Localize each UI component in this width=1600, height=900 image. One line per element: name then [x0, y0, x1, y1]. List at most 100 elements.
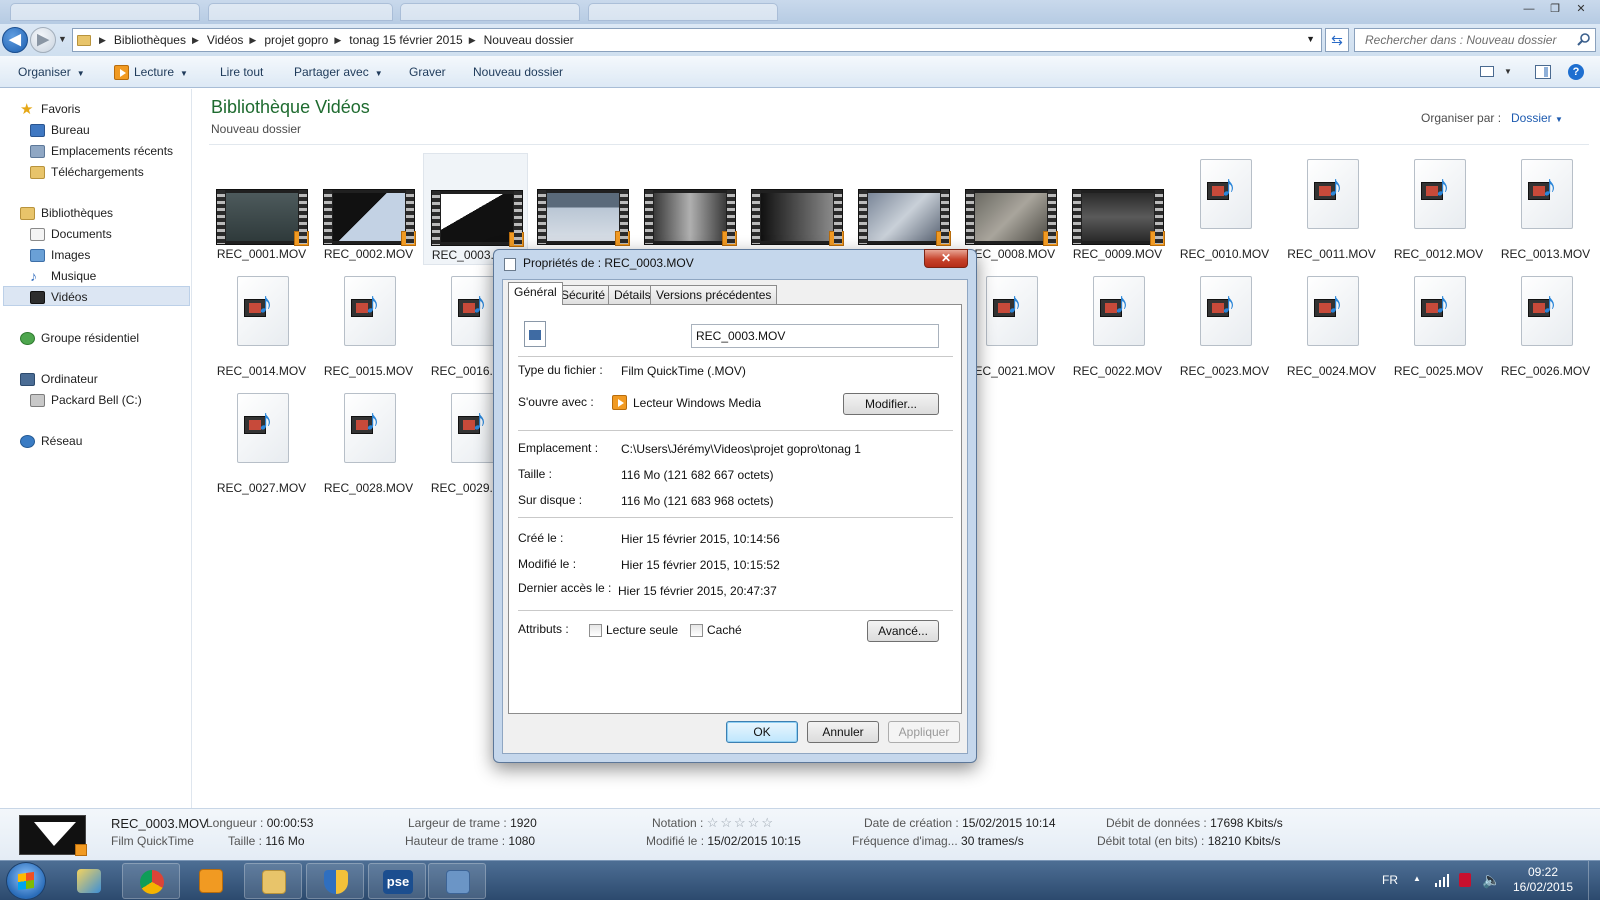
clock[interactable]: 09:22 16/02/2015 — [1507, 865, 1579, 895]
divider — [209, 144, 1589, 145]
file-item[interactable]: ♪ REC_0013.MOV — [1493, 153, 1598, 265]
file-item[interactable]: ♪ REC_0027.MOV — [209, 387, 314, 499]
file-item[interactable]: ♪ REC_0025.MOV — [1386, 270, 1491, 382]
taskbar-app-security[interactable] — [306, 863, 364, 899]
chevron-right-icon[interactable]: ▶ — [469, 35, 476, 46]
file-item[interactable]: REC_0001.MOV — [209, 153, 314, 265]
show-desktop-button[interactable] — [1588, 861, 1600, 900]
file-item[interactable]: REC_0002.MOV — [316, 153, 421, 265]
advanced-button[interactable]: Avancé... — [867, 620, 939, 642]
volume-icon[interactable]: 🔈 — [1482, 871, 1501, 889]
sidebar-item-downloads[interactable]: Téléchargements — [30, 162, 144, 182]
background-tab[interactable] — [208, 3, 393, 21]
breadcrumb-project[interactable]: projet gopro — [264, 33, 328, 47]
search-input[interactable]: Rechercher dans : Nouveau dossier — [1354, 28, 1596, 52]
organize-menu[interactable]: Organiser ▼ — [18, 56, 85, 88]
sidebar-item-documents[interactable]: Documents — [30, 224, 112, 244]
sidebar-item-music[interactable]: ♪ Musique — [30, 266, 96, 286]
start-button[interactable] — [6, 862, 46, 900]
modified-label: Modifié le : — [518, 557, 577, 571]
refresh-button[interactable]: ⇆ — [1325, 28, 1349, 52]
music-note-icon: ♪ — [1328, 287, 1343, 320]
share-menu[interactable]: Partager avec ▼ — [294, 56, 383, 88]
recent-pages-dropdown[interactable]: ▼ — [58, 34, 67, 44]
help-icon[interactable]: ? — [1568, 64, 1584, 80]
file-item[interactable]: ♪ REC_0010.MOV — [1172, 153, 1277, 265]
taskbar-app-chrome[interactable] — [122, 863, 180, 899]
background-tab[interactable] — [400, 3, 580, 21]
file-item[interactable]: ♪ REC_0028.MOV — [316, 387, 421, 499]
preview-pane-icon[interactable] — [1535, 65, 1551, 79]
breadcrumb-date-folder[interactable]: tonag 15 février 2015 — [349, 33, 462, 47]
maximize-button[interactable]: ❐ — [1542, 0, 1568, 18]
sidebar-item-drive-c[interactable]: Packard Bell (C:) — [30, 390, 142, 410]
back-button[interactable]: ◀ — [2, 27, 28, 53]
sidebar-item-videos[interactable]: Vidéos — [3, 286, 190, 306]
taskbar-app-pse[interactable]: pse — [368, 863, 426, 899]
wifi-signal-icon[interactable] — [1434, 873, 1450, 887]
sidebar-item-favorites[interactable]: ★ Favoris — [20, 99, 80, 119]
chevron-right-icon[interactable]: ▶ — [334, 35, 341, 46]
file-item[interactable]: ♪ REC_0012.MOV — [1386, 153, 1491, 265]
security-icon — [324, 870, 348, 894]
video-file-icon: ♪ — [1307, 159, 1359, 229]
sidebar-item-libraries[interactable]: Bibliothèques — [20, 203, 113, 223]
file-item[interactable]: REC_0009.MOV — [1065, 153, 1170, 265]
readonly-checkbox[interactable] — [589, 624, 602, 637]
change-button[interactable]: Modifier... — [843, 393, 939, 415]
tab-security[interactable]: Sécurité — [555, 285, 612, 305]
rating-stars[interactable]: ☆☆☆☆☆ — [707, 815, 775, 830]
apply-button[interactable]: Appliquer — [888, 721, 960, 743]
sidebar-item-recent-places[interactable]: Emplacements récents — [30, 141, 173, 161]
hidden-checkbox[interactable] — [690, 624, 703, 637]
sidebar-item-homegroup[interactable]: Groupe résidentiel — [20, 328, 139, 348]
chevron-down-icon[interactable]: ▼ — [1504, 67, 1512, 76]
background-tab[interactable] — [588, 3, 778, 21]
sidebar-item-network[interactable]: Réseau — [20, 431, 82, 451]
play-menu[interactable]: Lecture ▼ — [114, 56, 188, 88]
new-folder-button[interactable]: Nouveau dossier — [473, 56, 563, 88]
file-item[interactable]: ♪ REC_0014.MOV — [209, 270, 314, 382]
taskbar-app-control-panel[interactable] — [428, 863, 486, 899]
burn-button[interactable]: Graver — [409, 56, 446, 88]
show-hidden-icons-icon[interactable]: ▲ — [1413, 874, 1421, 883]
view-options-icon[interactable] — [1480, 66, 1494, 77]
arrange-by-dropdown[interactable]: Dossier ▼ — [1511, 111, 1563, 125]
sidebar-item-images[interactable]: Images — [30, 245, 90, 265]
sidebar-item-desktop[interactable]: Bureau — [30, 120, 90, 140]
chevron-right-icon[interactable]: ▶ — [192, 35, 199, 46]
filename-input[interactable]: REC_0003.MOV — [691, 324, 939, 348]
file-item[interactable]: ♪ REC_0023.MOV — [1172, 270, 1277, 382]
sidebar-item-computer[interactable]: Ordinateur — [20, 369, 98, 389]
action-center-flag-icon[interactable] — [1459, 873, 1471, 887]
file-item[interactable]: ♪ REC_0015.MOV — [316, 270, 421, 382]
address-history-dropdown[interactable]: ▼ — [1306, 34, 1315, 44]
chevron-right-icon[interactable]: ▶ — [249, 35, 256, 46]
background-tab[interactable] — [10, 3, 200, 21]
taskbar-app-media-player[interactable] — [182, 863, 240, 899]
tab-general[interactable]: Général — [508, 282, 563, 305]
file-item[interactable]: ♪ REC_0022.MOV — [1065, 270, 1170, 382]
play-all-button[interactable]: Lire tout — [220, 56, 263, 88]
language-indicator[interactable]: FR — [1382, 873, 1398, 887]
file-item[interactable]: REC_0008.MOV — [958, 153, 1063, 265]
cancel-button[interactable]: Annuler — [807, 721, 879, 743]
file-item[interactable]: ♪ REC_0011.MOV — [1279, 153, 1384, 265]
file-item[interactable]: ♪ REC_0026.MOV — [1493, 270, 1598, 382]
breadcrumb-videos[interactable]: Vidéos — [207, 33, 243, 47]
dialog-close-button[interactable]: ✕ — [924, 249, 968, 268]
address-bar[interactable]: ▶ Bibliothèques ▶ Vidéos ▶ projet gopro … — [72, 28, 1322, 52]
file-item[interactable]: ♪ REC_0024.MOV — [1279, 270, 1384, 382]
clock-time: 09:22 — [1527, 865, 1559, 879]
forward-button[interactable]: ▶ — [30, 27, 56, 53]
ok-button[interactable]: OK — [726, 721, 798, 743]
close-window-button[interactable]: ✕ — [1568, 0, 1594, 18]
chevron-right-icon[interactable]: ▶ — [99, 35, 106, 46]
breadcrumb-libraries[interactable]: Bibliothèques — [114, 33, 186, 47]
taskbar-app-explorer[interactable] — [244, 863, 302, 899]
tab-previous-versions[interactable]: Versions précédentes — [650, 285, 778, 305]
taskbar-app-paint[interactable] — [60, 863, 118, 899]
search-icon[interactable] — [1577, 32, 1591, 46]
minimize-button[interactable]: — — [1516, 0, 1542, 18]
breadcrumb-current[interactable]: Nouveau dossier — [484, 33, 574, 47]
